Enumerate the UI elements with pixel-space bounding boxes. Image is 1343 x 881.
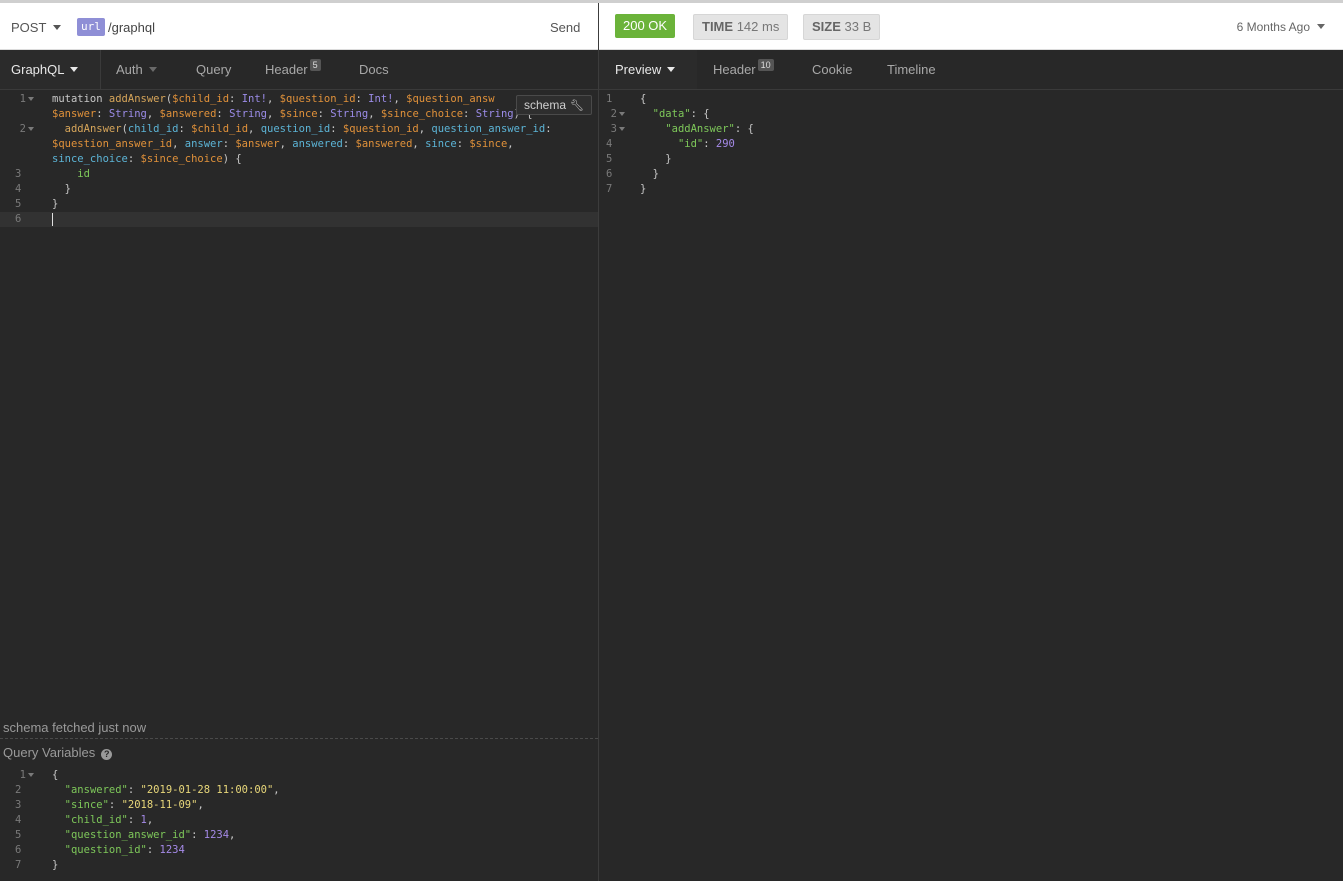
tab-label: Auth bbox=[116, 62, 143, 77]
tab-divider bbox=[100, 50, 101, 89]
query-gutter: 1 0 2 3 4 5 6 bbox=[0, 92, 34, 227]
fold-icon bbox=[28, 127, 34, 131]
tab-timeline[interactable]: Timeline bbox=[887, 50, 936, 89]
schema-status: schema fetched just now bbox=[3, 720, 147, 735]
variables-editor[interactable]: { "answered": "2019-01-28 11:00:00", "si… bbox=[52, 768, 280, 873]
fold-icon bbox=[619, 112, 625, 116]
size-badge: SIZE 33 B bbox=[803, 14, 881, 40]
response-tabs: Preview Header 10 Cookie Timeline bbox=[599, 50, 1343, 90]
response-gutter: 1 2 3 4 5 6 7 bbox=[591, 92, 625, 197]
chevron-down-icon bbox=[70, 67, 79, 72]
header-count-badge: 5 bbox=[309, 59, 321, 71]
tab-header[interactable]: Header 5 bbox=[265, 50, 321, 89]
response-status-bar: 200 OK TIME 142 ms SIZE 33 B 6 Months Ag… bbox=[599, 3, 1343, 50]
query-editor[interactable]: mutation addAnswer($child_id: Int!, $que… bbox=[52, 92, 552, 212]
tab-label: Preview bbox=[615, 62, 662, 77]
tab-response-header[interactable]: Header 10 bbox=[713, 50, 774, 89]
tab-label: Header bbox=[265, 62, 308, 77]
response-pane: 200 OK TIME 142 ms SIZE 33 B 6 Months Ag… bbox=[599, 3, 1343, 881]
tab-label: GraphQL bbox=[11, 62, 65, 77]
tab-auth[interactable]: Auth bbox=[116, 50, 157, 89]
method-label: POST bbox=[11, 20, 47, 35]
fold-icon bbox=[28, 97, 34, 101]
variables-gutter: 1 2 3 4 5 6 7 bbox=[0, 768, 34, 873]
wrench-icon: 🔧︎ bbox=[570, 100, 584, 112]
chevron-down-icon bbox=[1317, 24, 1325, 29]
fold-icon bbox=[619, 127, 625, 131]
text-cursor bbox=[52, 213, 53, 226]
tab-docs[interactable]: Docs bbox=[359, 50, 389, 89]
request-pane: POST url /graphql Send GraphQL Auth Quer… bbox=[0, 3, 598, 881]
url-input[interactable]: /graphql bbox=[108, 20, 155, 35]
tab-graphql[interactable]: GraphQL bbox=[0, 50, 100, 89]
status-badge: 200 OK bbox=[615, 14, 676, 38]
chevron-down-icon bbox=[667, 67, 676, 72]
tab-label: Header bbox=[713, 62, 756, 77]
schema-label: schema bbox=[524, 98, 567, 112]
tab-label: Timeline bbox=[887, 62, 936, 77]
response-body[interactable]: { "data": { "addAnswer": { "id": 290 } }… bbox=[640, 92, 754, 197]
tab-label: Query bbox=[196, 62, 232, 77]
schema-button[interactable]: schema 🔧︎ bbox=[516, 95, 592, 115]
url-bar: POST url /graphql Send bbox=[0, 3, 598, 50]
help-icon[interactable]: ? bbox=[101, 749, 113, 760]
url-variable-tag[interactable]: url bbox=[77, 18, 105, 36]
chevron-down-icon bbox=[53, 25, 62, 30]
fold-icon bbox=[28, 773, 34, 777]
tab-preview[interactable]: Preview bbox=[599, 50, 697, 89]
tab-query[interactable]: Query bbox=[196, 50, 231, 89]
header-count-badge: 10 bbox=[757, 59, 774, 71]
time-badge: TIME 142 ms bbox=[693, 14, 789, 40]
chevron-down-icon bbox=[148, 67, 157, 72]
query-variables-title: Query Variables? bbox=[3, 745, 113, 760]
tab-label: Cookie bbox=[812, 62, 853, 77]
send-button[interactable]: Send bbox=[550, 20, 580, 35]
tab-cookie[interactable]: Cookie bbox=[812, 50, 852, 89]
section-divider bbox=[0, 738, 598, 739]
request-tabs: GraphQL Auth Query Header 5 Docs bbox=[0, 50, 598, 90]
method-dropdown[interactable]: POST bbox=[11, 20, 62, 35]
history-dropdown[interactable]: 6 Months Ago bbox=[1237, 20, 1325, 34]
tab-label: Docs bbox=[359, 62, 389, 77]
current-line-highlight bbox=[0, 212, 598, 227]
